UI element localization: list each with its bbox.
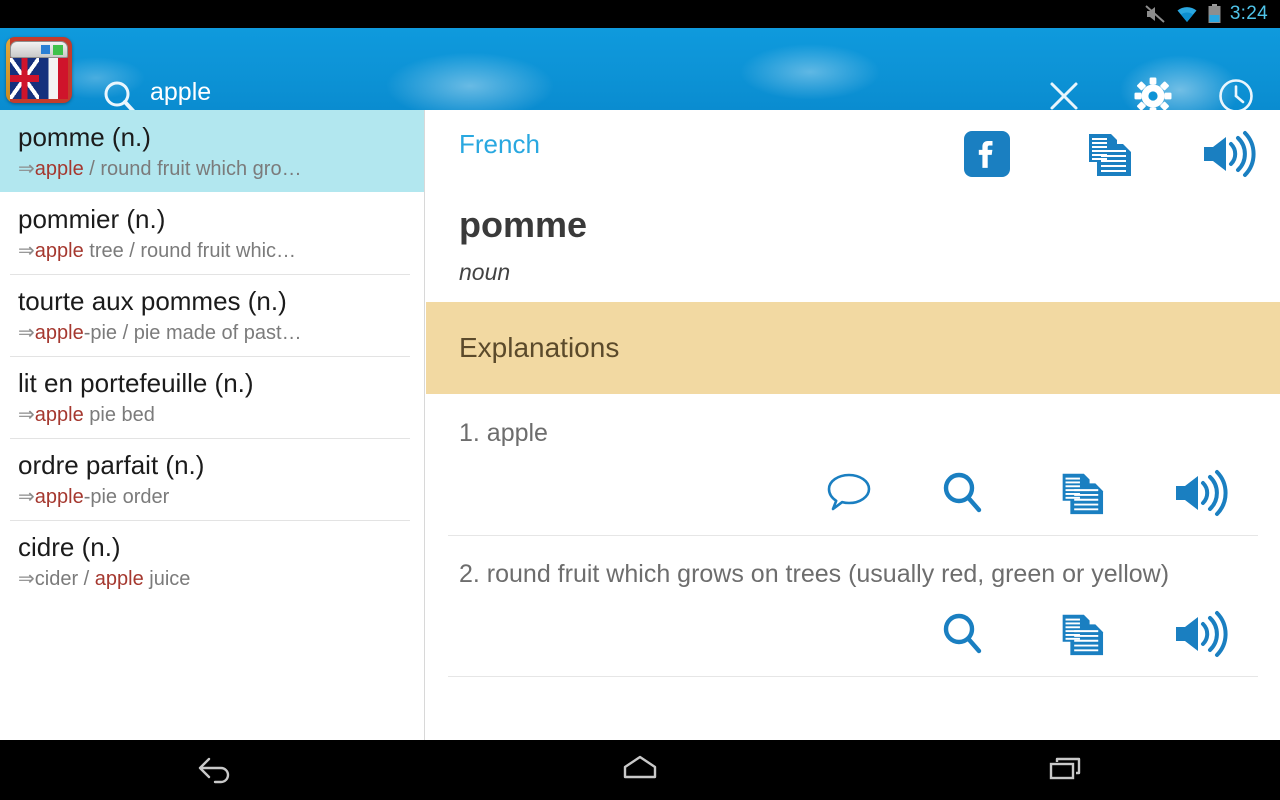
lookup-button[interactable]: [940, 470, 986, 521]
entry-detail-panel: French pomme noun Explanations 1. apple …: [426, 110, 1280, 740]
list-item[interactable]: ordre parfait (n.) ⇒apple-pie order: [0, 438, 424, 520]
explanation-row: 1. apple: [426, 394, 1280, 535]
explanation-row: 2. round fruit which grows on trees (usu…: [426, 535, 1280, 676]
explanation-actions: [459, 468, 1250, 523]
speaker-icon: [1172, 468, 1228, 523]
recents-button[interactable]: [853, 751, 1280, 790]
pronounce-button[interactable]: [1200, 129, 1256, 184]
explanations-section-header: Explanations: [426, 302, 1280, 394]
status-time: 3:24: [1229, 3, 1268, 24]
status-bar: 3:24: [0, 0, 1280, 28]
app-logo-icon[interactable]: [6, 37, 72, 103]
result-definition: ⇒apple-pie / pie made of past…: [18, 319, 412, 348]
copy-button[interactable]: [1080, 128, 1132, 185]
definition-pre: cider /: [34, 568, 95, 590]
definition-post: tree / round fruit whic…: [83, 240, 297, 262]
pronounce-button[interactable]: [1172, 609, 1228, 664]
examples-button[interactable]: [826, 472, 872, 519]
result-definition: ⇒apple pie bed: [18, 401, 412, 430]
definition-highlight: apple: [34, 404, 84, 426]
lookup-button[interactable]: [940, 611, 986, 662]
list-item[interactable]: tourte aux pommes (n.) ⇒apple-pie / pie …: [0, 274, 424, 356]
search-icon: [940, 470, 986, 521]
result-term: tourte aux pommes (n.): [18, 286, 287, 316]
recents-icon: [1043, 751, 1091, 790]
definition-highlight: apple: [34, 158, 84, 180]
result-term: lit en portefeuille (n.): [18, 368, 254, 398]
battery-icon: [1208, 4, 1221, 24]
copy-button[interactable]: [1054, 468, 1104, 523]
copy-icon: [1054, 609, 1104, 664]
list-item[interactable]: cidre (n.) ⇒cider / apple juice: [0, 520, 424, 602]
main-content: pomme (n.) ⇒apple / round fruit which gr…: [0, 110, 1280, 740]
android-screen: 3:24 apple pomme (n.) ⇒apple / round fru…: [0, 0, 1280, 800]
definition-post: -pie / pie made of past…: [83, 322, 302, 344]
result-definition: ⇒apple / round fruit which gro…: [18, 155, 412, 184]
definition-highlight: apple: [34, 322, 84, 344]
entry-part-of-speech: noun: [459, 259, 511, 285]
copy-icon: [1054, 468, 1104, 523]
definition-post: / round fruit which gro…: [83, 158, 302, 180]
copy-button[interactable]: [1054, 609, 1104, 664]
speech-bubble-icon: [826, 472, 872, 519]
result-definition: ⇒apple tree / round fruit whic…: [18, 237, 412, 266]
android-navigation-bar: [0, 740, 1280, 800]
explanation-text: 1. apple: [459, 419, 548, 447]
result-definition: ⇒cider / apple juice: [18, 565, 412, 594]
copy-icon: [1080, 128, 1132, 185]
home-icon: [616, 751, 664, 790]
definition-post: juice: [143, 568, 191, 590]
arrow-icon: ⇒: [18, 486, 35, 508]
result-term: pommier (n.): [18, 204, 166, 234]
definition-highlight: apple: [94, 568, 144, 590]
list-item[interactable]: lit en portefeuille (n.) ⇒apple pie bed: [0, 356, 424, 438]
back-button[interactable]: [0, 751, 427, 790]
result-term: pomme (n.): [18, 122, 151, 152]
list-item[interactable]: pomme (n.) ⇒apple / round fruit which gr…: [0, 110, 424, 192]
result-term: ordre parfait (n.): [18, 450, 205, 480]
definition-highlight: apple: [34, 486, 84, 508]
search-toolbar: apple: [0, 28, 1280, 116]
section-title: Explanations: [459, 332, 620, 363]
entry-headword: pomme: [459, 204, 588, 245]
arrow-icon: ⇒: [18, 404, 35, 426]
search-results-list[interactable]: pomme (n.) ⇒apple / round fruit which gr…: [0, 110, 425, 740]
definition-highlight: apple: [34, 240, 84, 262]
arrow-icon: ⇒: [18, 568, 35, 590]
explanation-actions: [459, 609, 1250, 664]
arrow-icon: ⇒: [18, 322, 35, 344]
home-button[interactable]: [427, 751, 854, 790]
facebook-share-button[interactable]: [962, 129, 1012, 184]
result-term: cidre (n.): [18, 532, 121, 562]
mute-icon: [1144, 4, 1166, 24]
entry-header-actions: [962, 128, 1256, 185]
search-icon: [940, 611, 986, 662]
explanation-text: 2. round fruit which grows on trees (usu…: [459, 560, 1170, 588]
result-definition: ⇒apple-pie order: [18, 483, 412, 512]
facebook-icon: [962, 129, 1012, 184]
section-divider: [448, 676, 1258, 677]
entry-header: French pomme noun: [426, 110, 1280, 302]
definition-post: pie bed: [83, 404, 155, 426]
arrow-icon: ⇒: [18, 240, 35, 262]
speaker-icon: [1172, 609, 1228, 664]
back-icon: [190, 751, 236, 790]
arrow-icon: ⇒: [18, 158, 35, 180]
wifi-icon: [1175, 5, 1199, 23]
pronounce-button[interactable]: [1172, 468, 1228, 523]
search-input-value: apple: [150, 78, 212, 106]
definition-post: -pie order: [83, 486, 170, 508]
list-item[interactable]: pommier (n.) ⇒apple tree / round fruit w…: [0, 192, 424, 274]
speaker-icon: [1200, 129, 1256, 184]
